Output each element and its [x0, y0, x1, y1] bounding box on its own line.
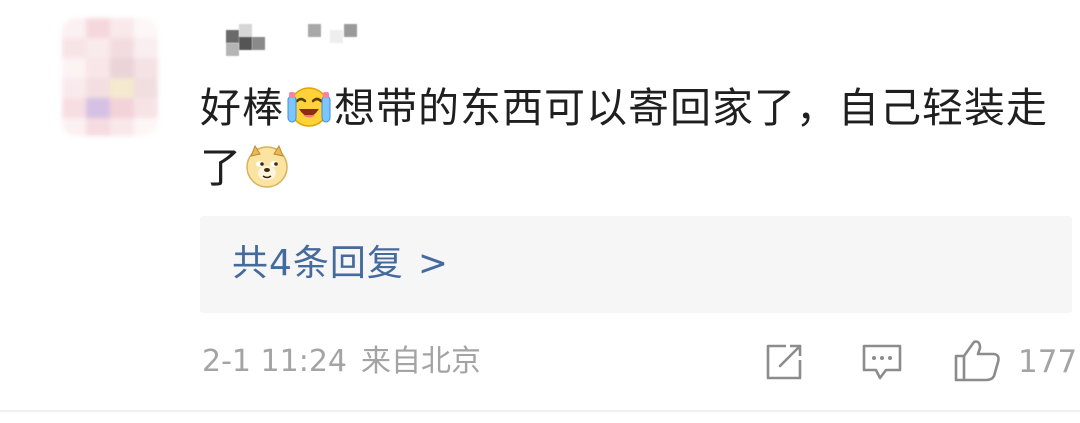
comment-location: 来自北京: [361, 344, 481, 379]
like-count: 177: [1018, 344, 1078, 380]
comment-item: 好棒 想带的东西可以寄回家了，自己轻装走了 共4条回复 > 2-1 11:24 …: [0, 0, 1080, 423]
view-replies-button[interactable]: 共4条回复 >: [200, 216, 1072, 313]
like-button[interactable]: 177: [950, 340, 1077, 382]
comment-icon: [862, 344, 902, 380]
username[interactable]: [226, 24, 376, 60]
view-replies-label: 共4条回复 >: [232, 240, 449, 288]
replies-count-text: 共4条回复: [232, 243, 404, 284]
laughing-crying-icon: [285, 82, 333, 130]
divider: [0, 410, 1080, 412]
share-button[interactable]: [762, 342, 806, 382]
thumbs-up-icon: [954, 340, 1000, 382]
comment-text-part1: 好棒: [200, 84, 284, 132]
comment-time: 2-1 11:24: [202, 344, 347, 379]
comment-text: 好棒 想带的东西可以寄回家了，自己轻装走了: [200, 78, 1060, 198]
avatar[interactable]: [62, 18, 158, 136]
share-edit-icon: [766, 344, 802, 380]
reply-button[interactable]: [860, 342, 904, 382]
doge-icon: [243, 142, 291, 190]
comment-meta: 2-1 11:24 来自北京: [202, 340, 481, 384]
chevron-right-icon: >: [417, 243, 450, 284]
